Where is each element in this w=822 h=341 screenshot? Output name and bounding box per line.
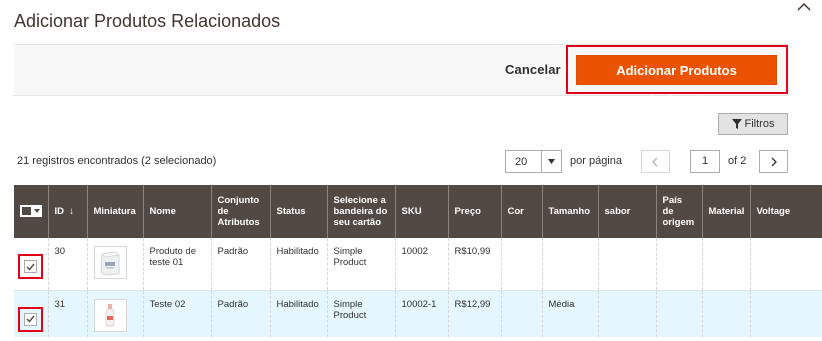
cell-id: 30 (47, 238, 87, 291)
cell-thumbnail (86, 238, 143, 291)
column-header-price[interactable]: Preço (447, 185, 501, 238)
column-header-id[interactable]: ID ↓ (47, 185, 87, 238)
cell-price: R$12,99 (447, 290, 501, 337)
caret-down-icon (32, 206, 41, 216)
cell-sku: 10002-1 (394, 290, 448, 337)
cell-status: Habilitado (269, 290, 327, 337)
cell-card-brand: Simple Product (326, 238, 395, 291)
row-checkbox[interactable] (24, 312, 37, 326)
cell-voltage (749, 238, 822, 291)
per-page-value: 20 (515, 155, 528, 168)
mass-action-header[interactable] (14, 185, 48, 238)
cell-id: 31 (47, 290, 87, 337)
cell-size: Média (541, 290, 598, 337)
product-box-image (100, 251, 120, 275)
cell-price: R$10,99 (447, 238, 501, 291)
mass-select-control[interactable] (20, 205, 42, 217)
cell-thumbnail (86, 290, 143, 337)
column-header-name[interactable]: Nome (142, 185, 211, 238)
mass-checkbox-icon (22, 207, 31, 215)
table-row[interactable]: 31 Teste 02 Padrão Habilitado Simple Pro… (14, 290, 822, 337)
cell-color (500, 290, 542, 337)
column-header-material[interactable]: Material (701, 185, 750, 238)
cell-origin (655, 290, 702, 337)
table-row[interactable]: 30 Produto de teste 01 Padrão Habilitado… (14, 238, 822, 291)
product-thumbnail (93, 298, 127, 332)
column-header-sku[interactable]: SKU (394, 185, 448, 238)
column-header-color[interactable]: Cor (500, 185, 542, 238)
previous-page-button[interactable] (641, 150, 670, 173)
cell-flavor (597, 290, 656, 337)
cell-color (500, 238, 542, 291)
checkmark-icon (26, 263, 35, 271)
page-total: of 2 (728, 155, 747, 167)
grid-header-row: ID ↓ Miniatura Nome Conjunto de Atributo… (14, 185, 822, 238)
add-selected-products-button[interactable]: Adicionar Produtos Selecionados (576, 55, 777, 108)
column-header-status[interactable]: Status (269, 185, 327, 238)
column-header-thumbnail: Miniatura (86, 185, 143, 238)
chevron-right-icon (771, 157, 777, 166)
filter-icon (731, 119, 742, 129)
cell-card-brand: Simple Product (326, 290, 395, 337)
filters-button[interactable]: Filtros (718, 113, 788, 135)
cell-name: Produto de teste 01 (142, 238, 211, 291)
cell-status: Habilitado (269, 238, 327, 291)
row-select-cell (14, 290, 48, 337)
column-header-size[interactable]: Tamanho (541, 185, 598, 238)
product-thumbnail (93, 246, 127, 279)
row-checkbox-highlight (18, 254, 43, 279)
cell-flavor (597, 238, 656, 291)
cell-origin (655, 238, 702, 291)
cell-voltage (749, 290, 822, 337)
column-header-voltage[interactable]: Voltage (749, 185, 822, 238)
cell-size (541, 238, 598, 291)
product-bottle-image (105, 304, 115, 327)
products-grid: ID ↓ Miniatura Nome Conjunto de Atributo… (14, 185, 822, 341)
per-page-select[interactable]: 20 (505, 150, 562, 173)
row-checkbox[interactable] (24, 260, 37, 273)
column-header-flavor[interactable]: sabor (597, 185, 656, 238)
column-header-card-brand[interactable]: Selecione a bandeira do seu cartão (326, 185, 395, 238)
records-count: 21 registros encontrados (2 selecionado) (17, 155, 217, 167)
checkmark-icon (26, 315, 35, 323)
column-header-origin[interactable]: País de origem (655, 185, 702, 238)
per-page-label: por página (570, 155, 622, 167)
cell-material (701, 238, 750, 291)
cell-attribute-set: Padrão (210, 290, 270, 337)
filters-label: Filtros (744, 118, 775, 130)
caret-down-icon (541, 151, 561, 172)
column-header-attribute-set[interactable]: Conjunto de Atributos (210, 185, 270, 238)
column-header-id-label: ID (54, 206, 65, 217)
chevron-left-icon (652, 157, 658, 166)
chevron-up-icon[interactable] (795, 0, 813, 14)
sort-arrow-icon: ↓ (69, 206, 75, 217)
cell-attribute-set: Padrão (210, 238, 270, 291)
page-number-input[interactable]: 1 (690, 150, 720, 173)
next-page-button[interactable] (759, 150, 788, 173)
row-checkbox-highlight (18, 306, 43, 332)
cancel-button[interactable]: Cancelar (505, 62, 561, 77)
modal-title: Adicionar Produtos Relacionados (14, 11, 281, 31)
cell-material (701, 290, 750, 337)
cell-sku: 10002 (394, 238, 448, 291)
row-select-cell (14, 238, 48, 291)
cell-name: Teste 02 (142, 290, 211, 337)
